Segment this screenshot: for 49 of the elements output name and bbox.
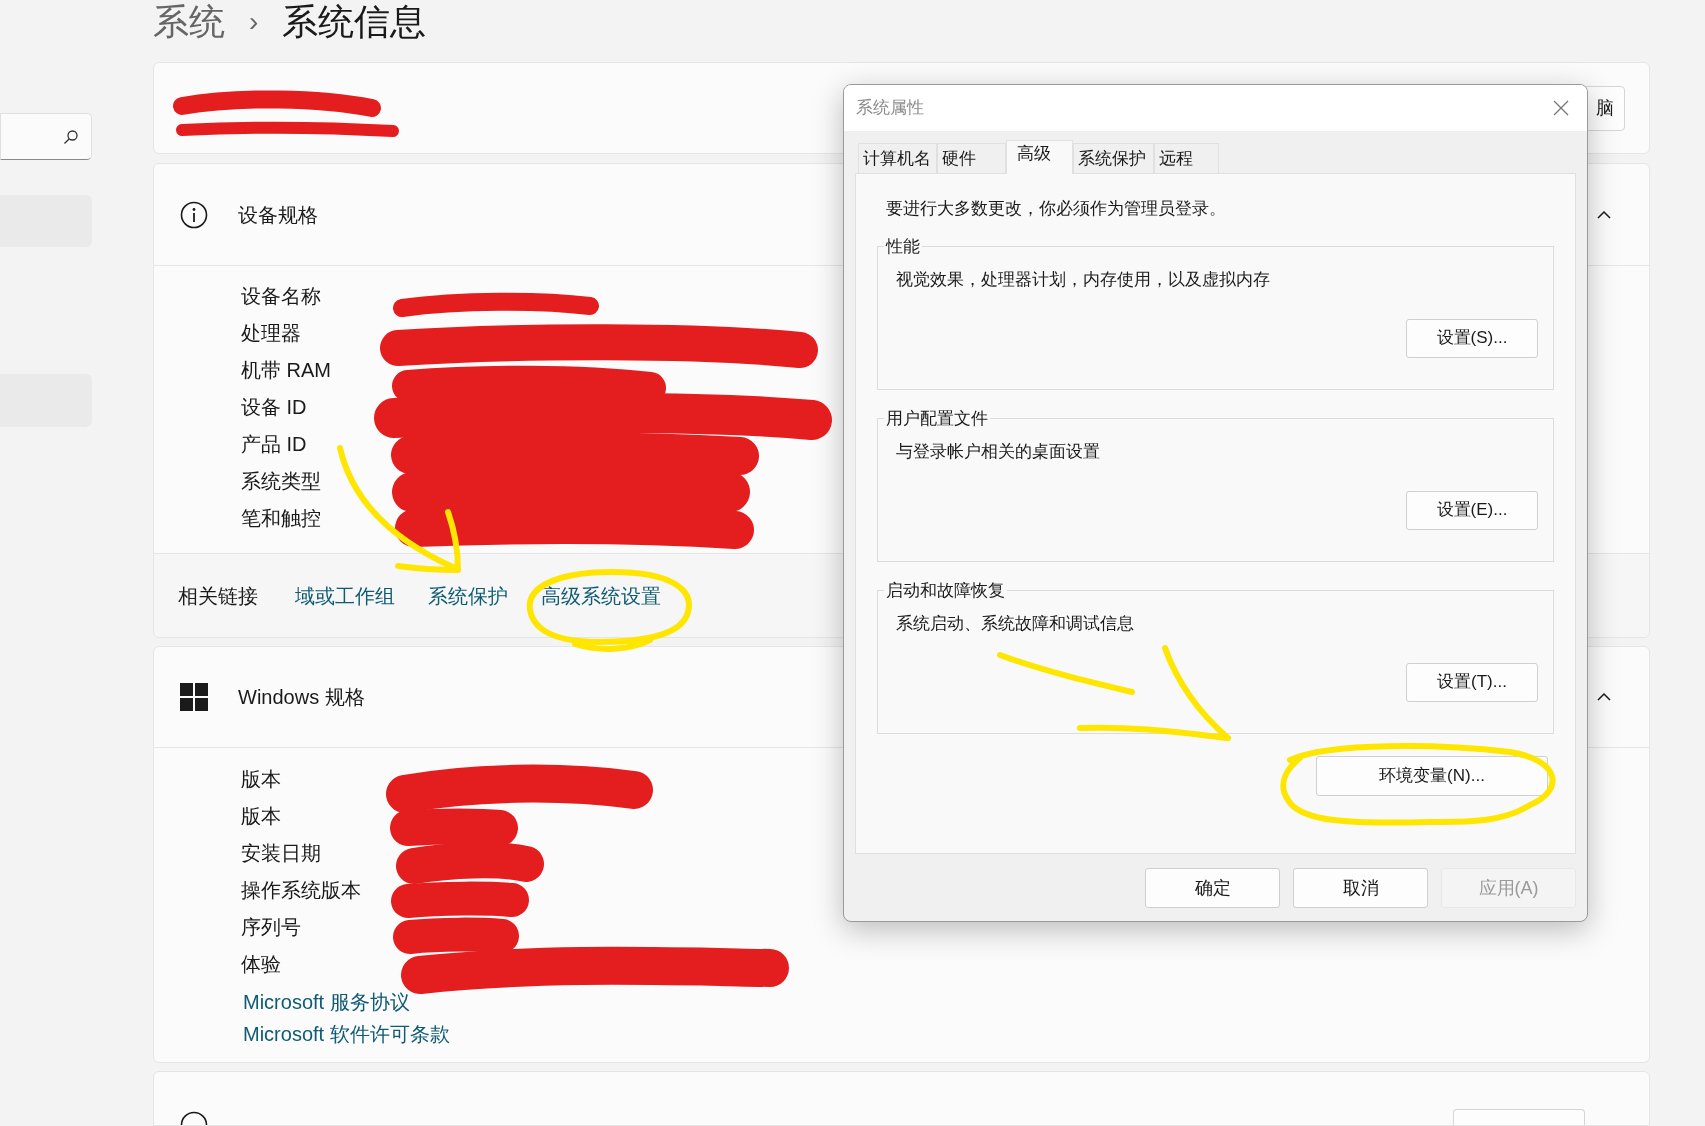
settings-button[interactable]: 设置(S)... — [1406, 318, 1538, 358]
windows-logo-icon — [180, 683, 208, 712]
spec-label: 版本 — [241, 803, 281, 829]
dialog-title: 系统属性 — [856, 97, 924, 120]
spec-label: 序列号 — [241, 914, 301, 940]
dialog-tab[interactable]: 系统保护 — [1073, 143, 1154, 173]
settings-button[interactable]: 设置(E)... — [1406, 490, 1538, 530]
dialog-tab[interactable]: 计算机名 — [858, 143, 937, 173]
spec-label: 处理器 — [241, 320, 301, 346]
group-title: 性能 — [884, 235, 921, 258]
breadcrumb-separator: › — [249, 5, 259, 39]
search-icon — [63, 128, 79, 145]
agreement-link[interactable]: Microsoft 软件许可条款 — [243, 1019, 450, 1050]
search-field[interactable] — [0, 113, 92, 160]
group-title: 启动和故障恢复 — [885, 579, 1006, 602]
spec-label: 机带 RAM — [241, 357, 331, 383]
group-description: 视觉效果，处理器计划，内存使用，以及虚拟内存 — [896, 269, 1270, 291]
dialog-button[interactable]: 取消 — [1293, 868, 1428, 908]
help-icon — [180, 1111, 208, 1125]
environment-variables-button[interactable]: 环境变量(N)... — [1316, 755, 1548, 796]
group-description: 与登录帐户相关的桌面设置 — [896, 441, 1100, 463]
dialog-button[interactable]: 确定 — [1145, 868, 1280, 908]
related-link[interactable]: 域或工作组 — [295, 580, 395, 611]
settings-button[interactable]: 设置(T)... — [1406, 662, 1538, 702]
spec-label: 操作系统版本 — [241, 877, 361, 903]
dialog-tab[interactable]: 高级 — [1006, 140, 1073, 174]
spec-label: 版本 — [241, 766, 281, 792]
agreement-link[interactable]: Microsoft 服务协议 — [243, 987, 410, 1018]
dialog-tab[interactable]: 硬件 — [937, 143, 1006, 173]
spec-label: 设备名称 — [241, 283, 321, 309]
related-link[interactable]: 高级系统设置 — [541, 580, 661, 611]
group-description: 系统启动、系统故障和调试信息 — [896, 613, 1134, 635]
group-title: 用户配置文件 — [885, 407, 989, 430]
related-links-label: 相关链接 — [178, 583, 258, 609]
breadcrumb-parent[interactable]: 系统 — [153, 0, 225, 44]
spec-label: 安装日期 — [241, 840, 321, 866]
spec-label: 设备 ID — [241, 394, 307, 420]
spec-label: 产品 ID — [241, 431, 307, 457]
close-icon — [1553, 100, 1569, 116]
page-title: 系统信息 — [282, 0, 427, 44]
dialog-tab[interactable]: 远程 — [1154, 143, 1219, 173]
notice-text: 要进行大多数更改，你必须作为管理员登录。 — [886, 198, 1227, 220]
spec-label: 系统类型 — [241, 468, 321, 494]
info-icon — [180, 200, 208, 229]
spec-label: 笔和触控 — [241, 505, 321, 531]
related-link[interactable]: 系统保护 — [428, 580, 508, 611]
section-title: Windows 规格 — [238, 685, 365, 711]
section-title: 设备规格 — [238, 202, 318, 228]
spec-label: 体验 — [241, 951, 281, 977]
